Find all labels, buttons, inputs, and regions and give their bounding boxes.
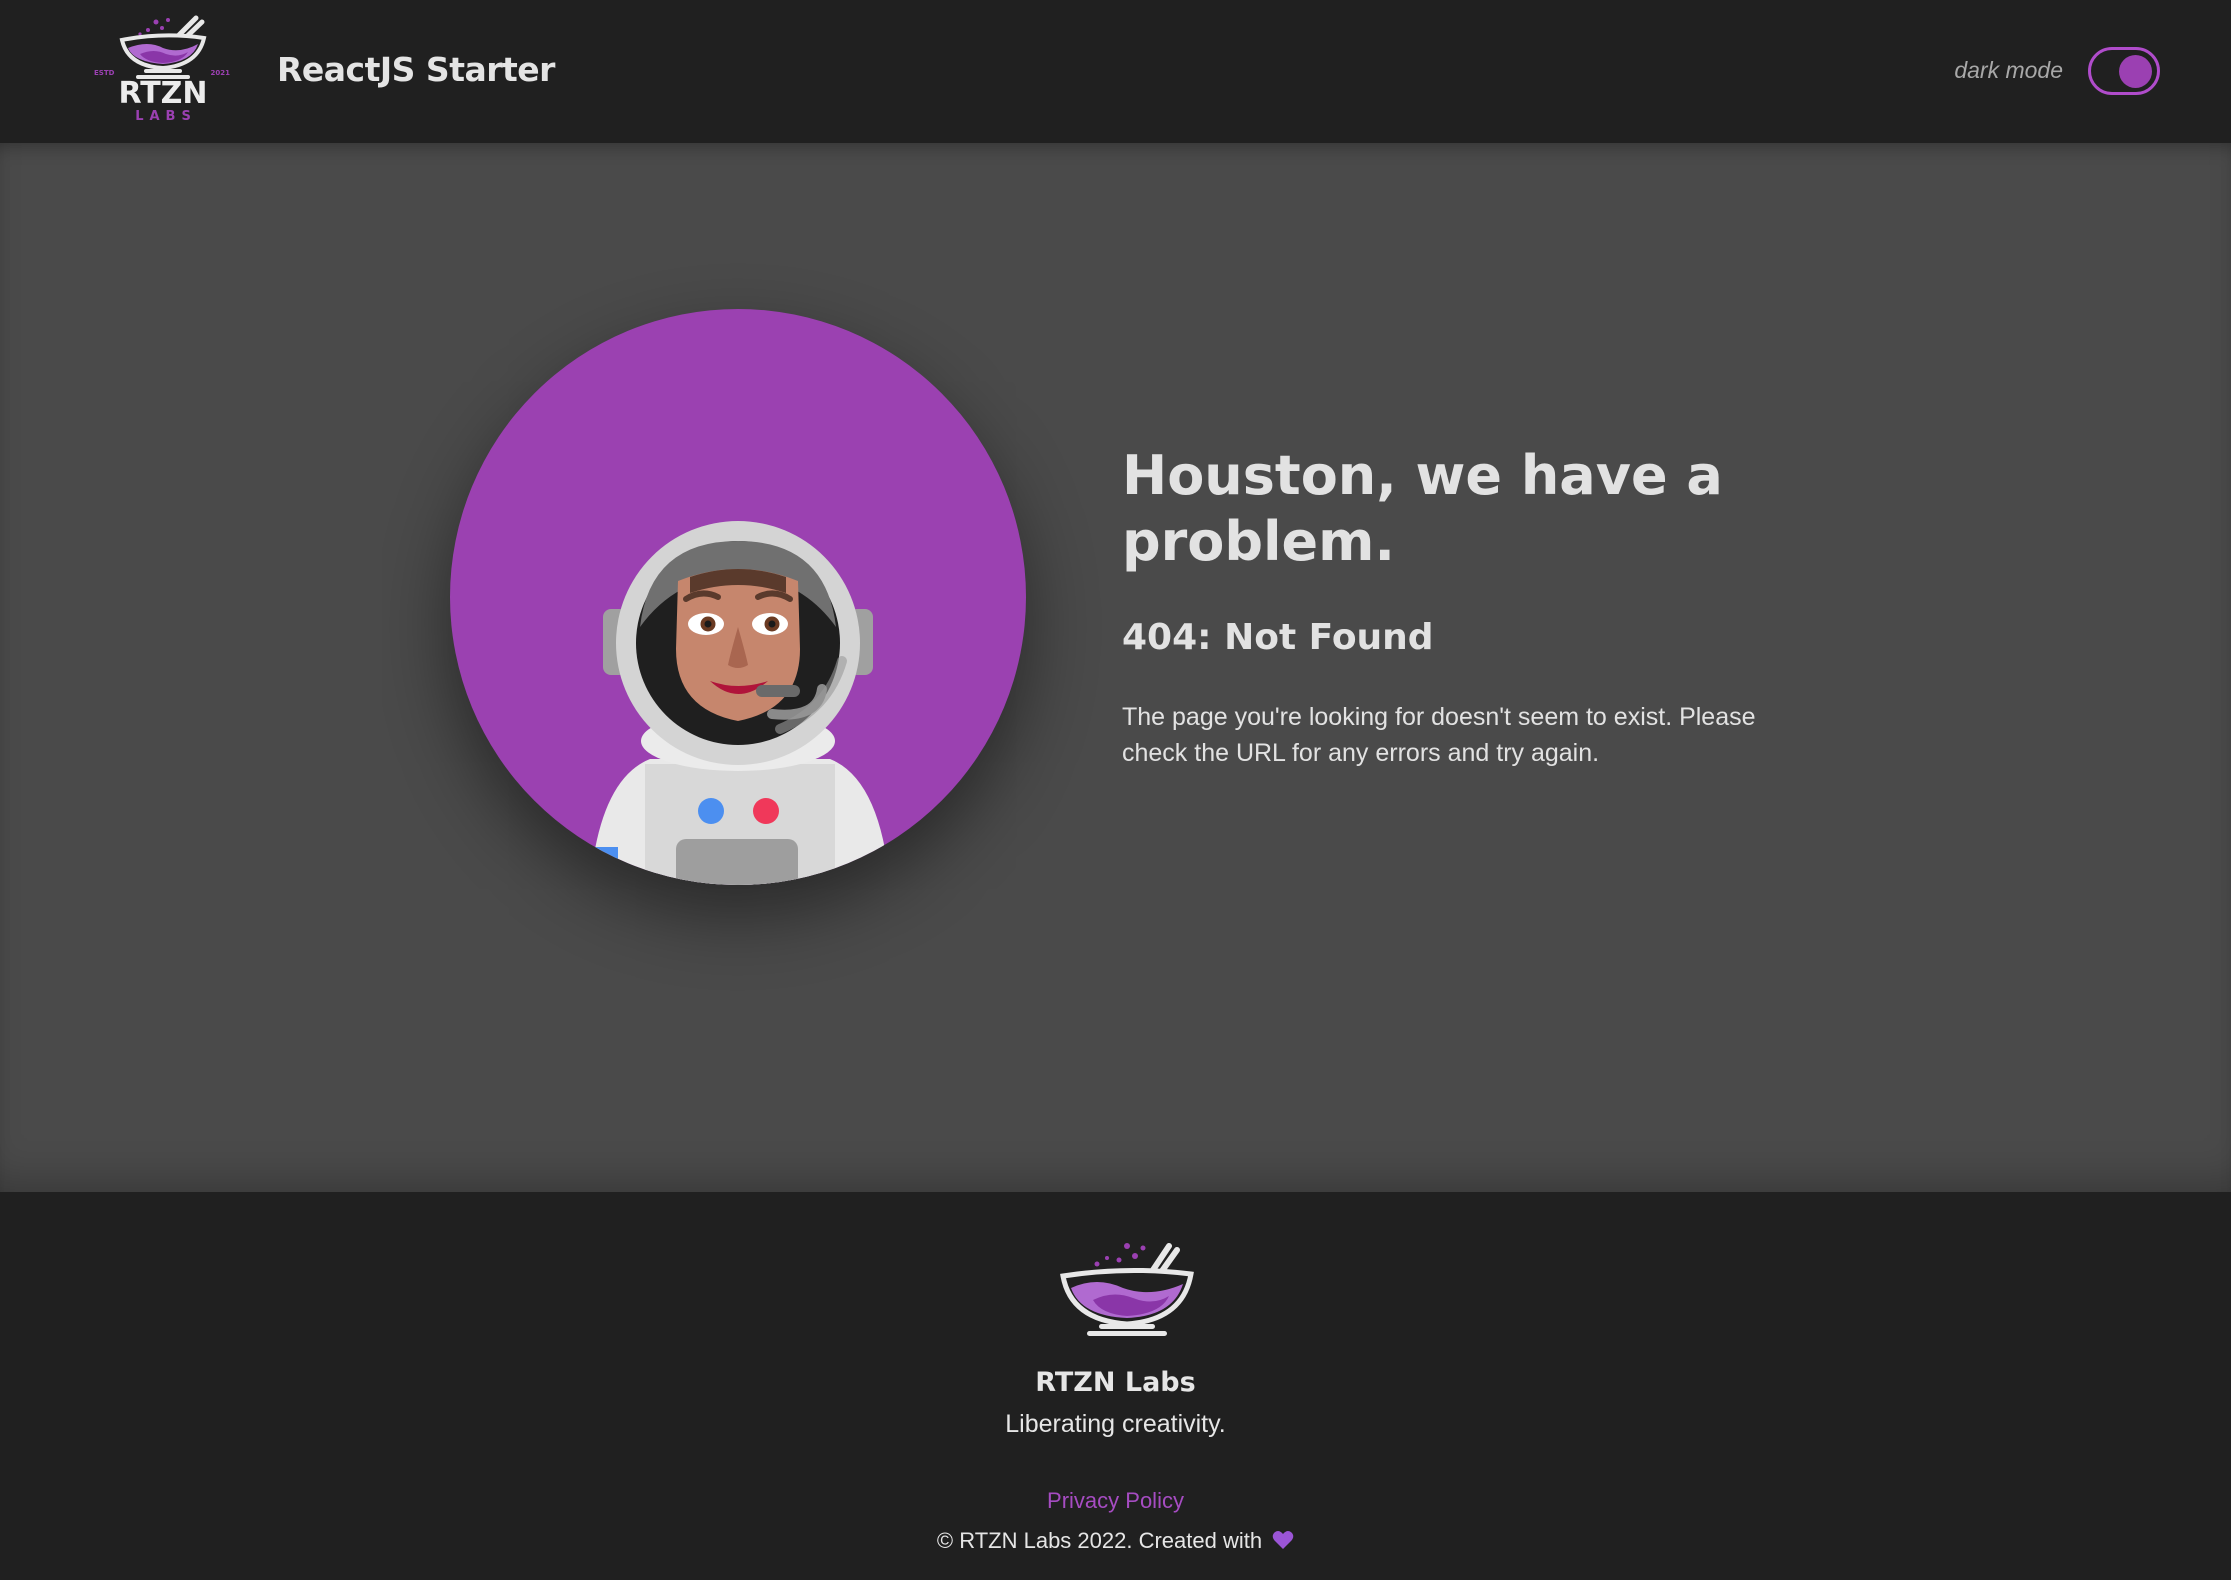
toggle-knob: [2119, 55, 2152, 88]
astronaut-illustration: [450, 309, 1026, 885]
error-heading: Houston, we have a problem.: [1122, 444, 1723, 573]
error-message: The page you're looking for doesn't seem…: [1122, 703, 1756, 767]
rtzn-labs-logo[interactable]: ESTD 2021 RTZN LABS: [88, 10, 238, 130]
astronaut-icon: [590, 521, 890, 885]
logo-name-text: RTZN: [118, 76, 208, 111]
dark-mode-toggle[interactable]: [2088, 47, 2160, 95]
mortar-bowl-icon: [1060, 1243, 1194, 1336]
copyright-text: © RTZN Labs 2022. Created with: [936, 1528, 1263, 1553]
privacy-policy-link-row: Privacy Policy: [0, 1488, 2231, 1514]
main-content: Houston, we have a problem. 404: Not Fou…: [0, 143, 2231, 1192]
heart-icon: [1272, 1531, 1294, 1550]
footer-copyright: © RTZN Labs 2022. Created with: [0, 1528, 2231, 1554]
privacy-policy-link[interactable]: Privacy Policy: [1047, 1488, 1184, 1513]
footer-logo[interactable]: [1057, 1236, 1197, 1336]
error-code: 404: Not Found: [1122, 617, 1434, 658]
site-footer: RTZN Labs Liberating creativity. Privacy…: [0, 1192, 2231, 1580]
logo-sub-text: LABS: [135, 109, 197, 124]
footer-brand: RTZN Labs: [1035, 1367, 1196, 1398]
site-title[interactable]: ReactJS Starter: [277, 50, 555, 89]
footer-tagline: Liberating creativity.: [1005, 1410, 1226, 1438]
site-header: ESTD 2021 RTZN LABS ReactJS Starter dark…: [0, 0, 2231, 143]
dark-mode-label: dark mode: [1954, 57, 2063, 83]
